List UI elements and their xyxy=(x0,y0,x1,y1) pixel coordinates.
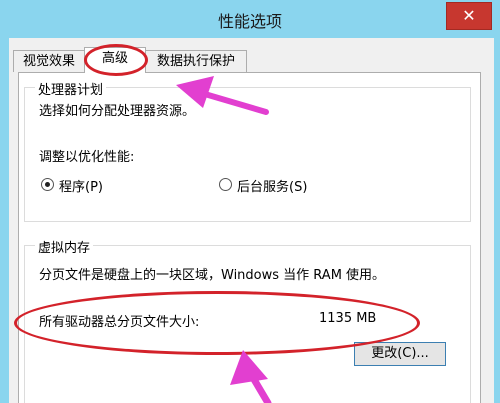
window-frame-left xyxy=(0,38,9,403)
paging-file-total-value: 1135 MB xyxy=(319,311,377,326)
virtual-memory-group: 虚拟内存 分页文件是硬盘上的一块区域，Windows 当作 RAM 使用。 所有… xyxy=(24,237,471,403)
radio-programs[interactable] xyxy=(41,178,54,191)
close-icon: ✕ xyxy=(462,6,476,25)
tab-visual-effects[interactable]: 视觉效果 xyxy=(13,50,85,72)
tab-panel-advanced: 处理器计划 选择如何分配处理器资源。 调整以优化性能: 程序(P) 后台服务(S… xyxy=(18,72,481,403)
performance-options-window: 性能选项 ✕ 视觉效果 高级 数据执行保护 处理器计划 选择如何分配处理器资源。… xyxy=(0,0,500,403)
close-button[interactable]: ✕ xyxy=(446,2,492,30)
dialog-client-area: 视觉效果 高级 数据执行保护 处理器计划 选择如何分配处理器资源。 调整以优化性… xyxy=(9,38,494,403)
window-title: 性能选项 xyxy=(217,12,282,31)
radio-background-services[interactable] xyxy=(219,178,232,191)
radio-background-services-label[interactable]: 后台服务(S) xyxy=(237,176,307,195)
title-bar: 性能选项 ✕ xyxy=(0,0,500,38)
radio-programs-label[interactable]: 程序(P) xyxy=(59,176,103,195)
adjust-performance-label: 调整以优化性能: xyxy=(39,150,135,165)
processor-scheduling-group: 处理器计划 选择如何分配处理器资源。 调整以优化性能: 程序(P) 后台服务(S… xyxy=(24,79,471,222)
paging-file-total-label: 所有驱动器总分页文件大小: xyxy=(39,315,200,330)
virtual-memory-legend: 虚拟内存 xyxy=(35,237,94,256)
tab-advanced[interactable]: 高级 xyxy=(84,47,146,73)
tab-data-execution-prevention[interactable]: 数据执行保护 xyxy=(145,50,247,72)
processor-scheduling-legend: 处理器计划 xyxy=(35,79,107,98)
virtual-memory-description: 分页文件是硬盘上的一块区域，Windows 当作 RAM 使用。 xyxy=(39,268,386,283)
radio-selected-dot xyxy=(45,182,50,187)
window-frame-right xyxy=(494,38,500,403)
change-paging-file-button[interactable]: 更改(C)... xyxy=(354,342,446,366)
processor-scheduling-description: 选择如何分配处理器资源。 xyxy=(39,104,196,119)
